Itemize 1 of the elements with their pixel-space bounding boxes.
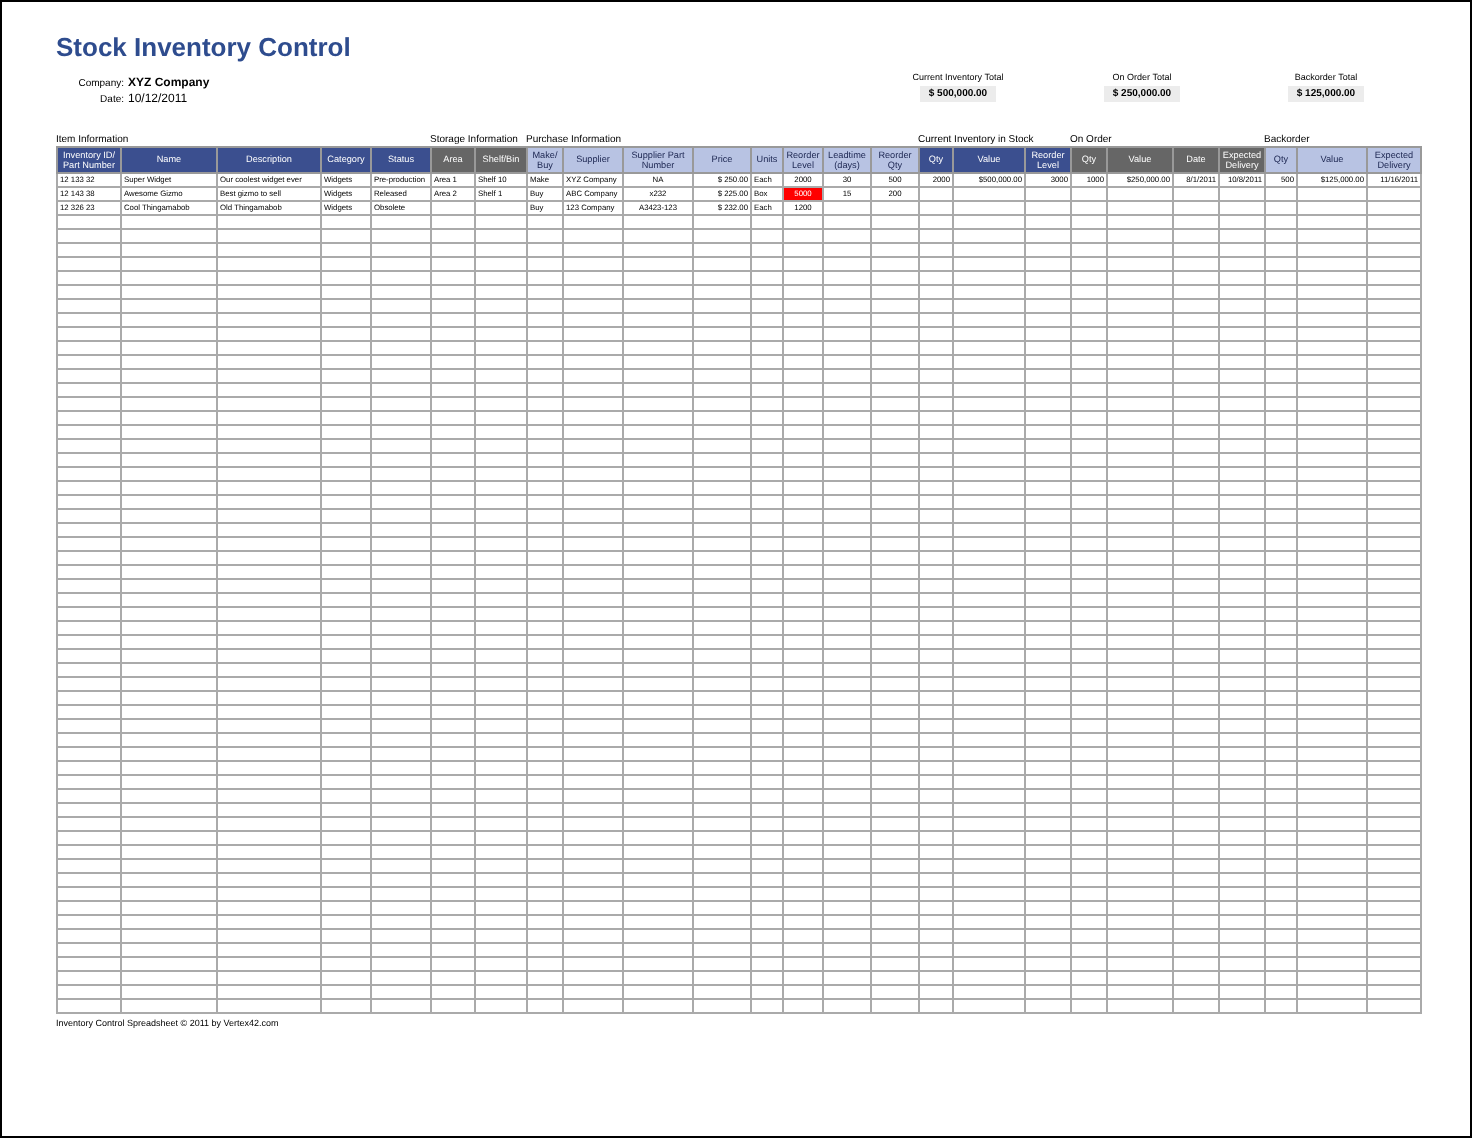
- sheet-title: Stock Inventory Control: [56, 32, 351, 62]
